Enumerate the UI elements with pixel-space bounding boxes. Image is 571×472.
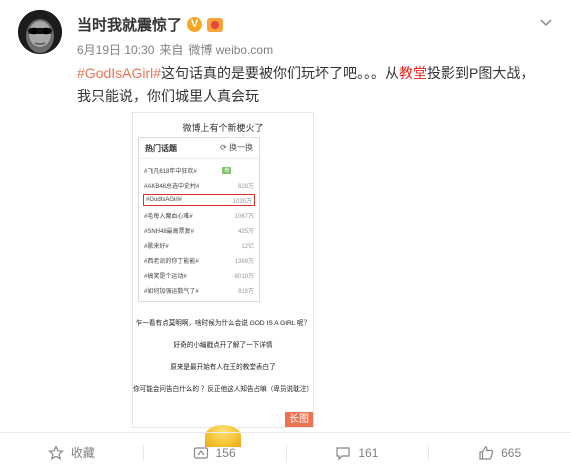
- forward-icon: [193, 446, 208, 459]
- author-name-row: 当时我就震惊了 V: [77, 14, 224, 35]
- verified-icon: V: [187, 17, 203, 32]
- favorite-button[interactable]: 收藏: [0, 433, 143, 472]
- favorite-label: 收藏: [70, 446, 95, 460]
- chevron-down-icon[interactable]: [539, 16, 553, 30]
- hot-topic-name: #如何加强运数气了#: [144, 288, 199, 295]
- post-time[interactable]: 6月19日 10:30: [77, 41, 154, 58]
- long-image-line: 原来是最开始有人在王的教堂表白了: [170, 364, 276, 371]
- hot-topic-name: #西老派的你丁能能#: [144, 258, 199, 265]
- long-image-line: 你可能会问告白什么的 ？反正他这人知告占嘛（卑员说耽注）: [133, 386, 313, 393]
- hot-topic-name: #GodIsAGirl#: [146, 197, 183, 203]
- long-image-line: 乍一看有点莫明啊，啥时候为什么会说 GOD IS A GIRL 呢？: [135, 320, 311, 327]
- hot-topic-count: 1369万: [234, 258, 254, 265]
- like-count: 665: [501, 445, 522, 460]
- refresh-label: ⟳ 换一换: [220, 143, 253, 152]
- hot-topic-row[interactable]: #AKB48总选中史村# 628万: [144, 179, 254, 191]
- hot-topic-count: 1067万: [234, 213, 254, 220]
- star-icon: [47, 444, 64, 460]
- long-image-badge: 长图: [285, 412, 313, 427]
- long-image-line: 好奇的小编戳点开了解了一下详情: [173, 342, 273, 349]
- post-from-label: 来自: [159, 43, 184, 57]
- hot-topic-count: 12亿: [241, 243, 254, 250]
- hashtag-link[interactable]: #GodIsAGirl#: [77, 65, 161, 81]
- hot-topic-name: #AKB48总选中史村#: [144, 183, 200, 190]
- comment-count: 161: [358, 445, 379, 460]
- weibo-post-card: 当时我就震惊了 V 6月19日 10:30 来自 微博 weibo.com #G…: [0, 0, 571, 472]
- hot-topic-row[interactable]: #飞凡618年中狂欢# 荐: [144, 164, 254, 176]
- author-name[interactable]: 当时我就震惊了: [77, 14, 182, 35]
- post-source[interactable]: 微博 weibo.com: [188, 41, 273, 58]
- hot-topic-row[interactable]: #搞笑是个运动# 8019万: [144, 269, 254, 281]
- hot-topic-row[interactable]: #如何加强运数气了# 818万: [144, 284, 254, 296]
- keyword-link[interactable]: 教堂: [399, 65, 427, 81]
- hot-topic-count: 818万: [237, 288, 254, 295]
- hot-topic-name: #搞笑是个运动#: [144, 273, 187, 280]
- hot-topic-count: 1039万: [232, 198, 252, 205]
- hot-topic-name: #飞凡618年中狂欢#: [144, 168, 197, 175]
- hot-topic-count: 628万: [237, 183, 254, 190]
- forward-count: 156: [215, 445, 236, 460]
- hot-topic-name: #毛每入魔血心难#: [144, 213, 193, 220]
- hot-topic-name: #SNH48最高票复#: [144, 228, 195, 235]
- hot-topic-name: #歌来好#: [144, 243, 169, 250]
- comment-icon: [336, 446, 350, 460]
- post-meta: 6月19日 10:30 来自 微博 weibo.com: [77, 41, 273, 58]
- long-image-caption: 微博上有个新梗火了: [182, 123, 264, 133]
- hot-topic-badge: 荐: [222, 166, 232, 174]
- comment-button[interactable]: 161: [285, 433, 429, 472]
- action-bar: 收藏 156 161 665: [0, 433, 571, 472]
- hot-topics-title: 热门话题: [145, 144, 177, 153]
- like-button[interactable]: 665: [428, 433, 571, 472]
- hot-topic-row[interactable]: #毛每入魔血心难# 1067万: [144, 209, 254, 221]
- hot-topic-row[interactable]: #西老派的你丁能能# 1369万: [144, 254, 254, 266]
- forward-button[interactable]: 156: [142, 433, 286, 472]
- member-badge-icon: [207, 17, 224, 32]
- hot-topic-row[interactable]: #歌来好# 12亿: [144, 239, 254, 251]
- hot-topics-header: 热门话题 ⟳ 换一换: [139, 138, 259, 159]
- thumbs-up-icon: [479, 445, 494, 460]
- hot-topics-panel: 热门话题 ⟳ 换一换 #飞凡618年中狂欢# 荐 #AKB48总选中史村# 628万 #…: [138, 137, 260, 302]
- hot-topic-row[interactable]: #GodIsAGirl# 1039万: [143, 194, 255, 206]
- hot-topic-count: 8019万: [234, 273, 254, 280]
- post-text: #GodIsAGirl#这句话真的是要被你们玩坏了吧。。。从教堂投影到P图大战，…: [77, 62, 547, 108]
- post-text-part1: 这句话真的是要被你们玩坏了吧。。。从: [161, 65, 400, 81]
- hot-topic-row[interactable]: #SNH48最高票复# 425万: [144, 224, 254, 236]
- hot-topic-count: 425万: [237, 228, 254, 235]
- long-image[interactable]: 微博上有个新梗火了 热门话题 ⟳ 换一换 #飞凡618年中狂欢# 荐 #AKB48总…: [132, 112, 314, 428]
- author-avatar[interactable]: [18, 10, 62, 54]
